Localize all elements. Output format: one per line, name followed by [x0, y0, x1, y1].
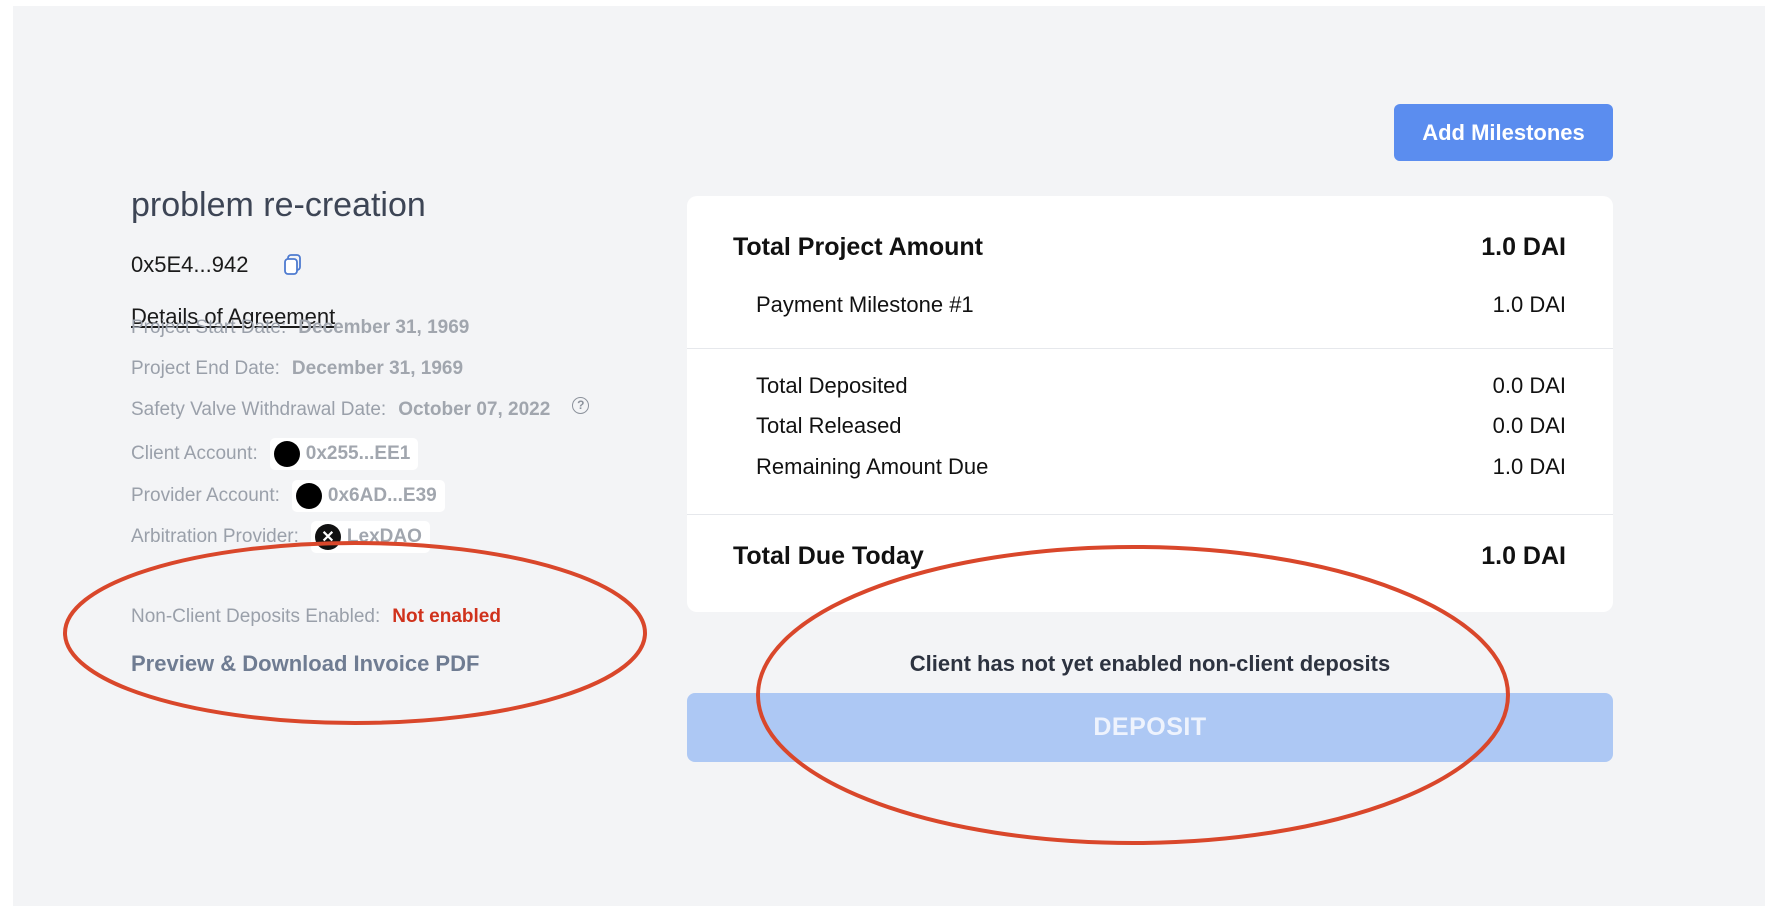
payment-milestone-row: Payment Milestone #1 1.0 DAI — [756, 292, 1566, 318]
total-deposited-row: Total Deposited 0.0 DAI — [756, 373, 1566, 399]
amount-summary-card: Total Project Amount 1.0 DAI Payment Mil… — [687, 196, 1613, 612]
total-project-amount-label: Total Project Amount — [733, 233, 983, 261]
project-info-panel: problem re-creation 0x5E4...942 Details … — [131, 186, 651, 676]
total-project-amount-row: Total Project Amount 1.0 DAI — [733, 233, 1566, 262]
help-icon[interactable]: ? — [572, 396, 590, 414]
copy-icon[interactable] — [282, 253, 304, 277]
project-end-date-label: Project End Date: — [131, 358, 280, 379]
client-account-value: 0x255...EE1 — [305, 443, 411, 464]
non-client-deposit-notice: Client has not yet enabled non-client de… — [909, 651, 1391, 676]
remaining-amount-label: Remaining Amount Due — [756, 454, 989, 479]
arbitration-provider-chip[interactable]: ✕ LexDAO — [310, 521, 430, 553]
remaining-amount-value: 1.0 DAI — [1492, 454, 1566, 479]
payment-milestone-label: Payment Milestone #1 — [756, 292, 974, 317]
total-due-today-row: Total Due Today 1.0 DAI — [733, 542, 1566, 571]
provider-account-chip[interactable]: 0x6AD...E39 — [291, 480, 445, 512]
download-invoice-link[interactable]: Preview & Download Invoice PDF — [131, 651, 479, 677]
client-avatar-icon — [273, 441, 300, 467]
provider-account-row: Provider Account: 0x6AD...E39 — [131, 480, 445, 512]
lexdao-icon: ✕ — [314, 524, 341, 550]
add-milestones-button[interactable]: Add Milestones — [1394, 104, 1613, 161]
remaining-amount-row: Remaining Amount Due 1.0 DAI — [756, 454, 1566, 480]
project-end-date-value: December 31, 1969 — [291, 358, 464, 379]
project-start-date-value: December 31, 1969 — [298, 317, 470, 338]
total-project-amount-value: 1.0 DAI — [1481, 233, 1566, 261]
total-due-today-value: 1.0 DAI — [1481, 542, 1566, 570]
arbitration-provider-value: LexDAO — [346, 526, 422, 547]
summary-divider — [687, 348, 1613, 349]
provider-avatar-icon — [295, 483, 322, 509]
client-account-chip[interactable]: 0x255...EE1 — [269, 438, 419, 470]
project-start-date-label: Project Start Date: — [131, 317, 287, 338]
deposit-button[interactable]: DEPOSIT — [687, 693, 1613, 762]
client-account-label: Client Account: — [131, 443, 258, 464]
non-client-deposits-status: Not enabled — [392, 606, 501, 627]
non-client-deposits-row: Non-Client Deposits Enabled: Not enabled — [131, 606, 501, 628]
total-released-label: Total Released — [756, 413, 902, 438]
safety-valve-value: October 07, 2022 — [398, 399, 551, 420]
non-client-deposits-label: Non-Client Deposits Enabled: — [131, 606, 381, 627]
arbitration-provider-label: Arbitration Provider: — [131, 526, 299, 547]
client-account-row: Client Account: 0x255...EE1 — [131, 438, 419, 470]
project-title: problem re-creation — [131, 186, 426, 224]
arbitration-provider-row: Arbitration Provider: ✕ LexDAO — [131, 521, 430, 553]
summary-divider — [687, 514, 1613, 515]
safety-valve-row: Safety Valve Withdrawal Date: October 07… — [131, 396, 590, 421]
provider-account-label: Provider Account: — [131, 485, 280, 506]
provider-account-value: 0x6AD...E39 — [327, 485, 437, 506]
payment-milestone-value: 1.0 DAI — [1492, 292, 1566, 317]
safety-valve-label: Safety Valve Withdrawal Date: — [131, 399, 387, 420]
project-end-date-row: Project End Date: December 31, 1969 — [131, 358, 463, 380]
total-released-row: Total Released 0.0 DAI — [756, 413, 1566, 439]
total-released-value: 0.0 DAI — [1492, 413, 1566, 438]
project-start-date-row: Project Start Date: December 31, 1969 — [131, 317, 469, 339]
project-address: 0x5E4...942 — [131, 252, 249, 277]
address-row: 0x5E4...942 — [131, 252, 304, 278]
total-deposited-label: Total Deposited — [756, 373, 908, 398]
total-deposited-value: 0.0 DAI — [1492, 373, 1566, 398]
total-due-today-label: Total Due Today — [733, 542, 924, 570]
